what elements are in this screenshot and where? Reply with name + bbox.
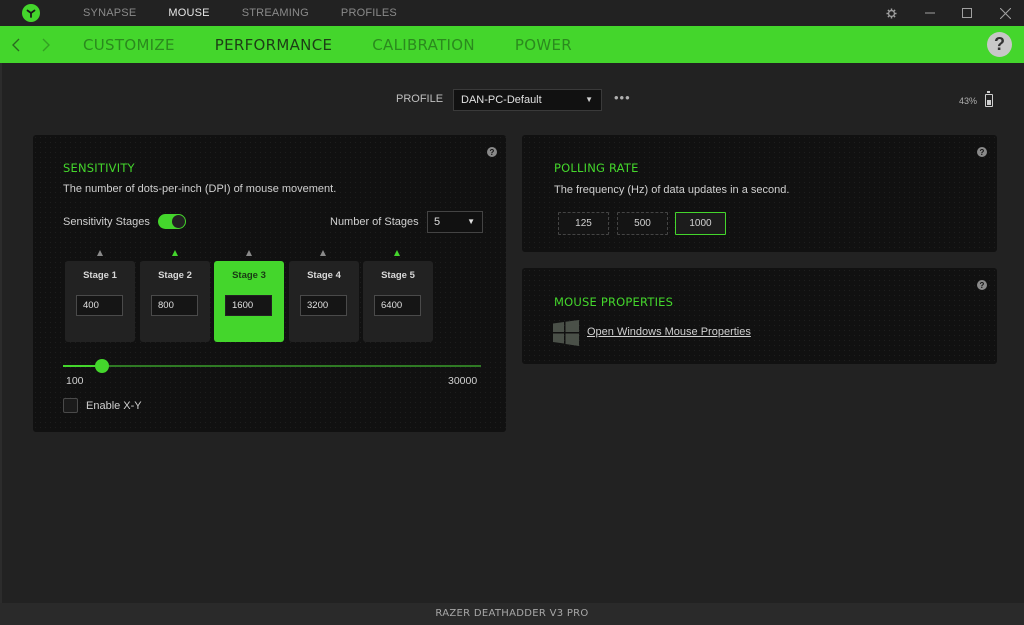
top-nav-profiles[interactable]: PROFILES	[341, 0, 397, 26]
number-of-stages-label: Number of Stages	[330, 216, 419, 228]
stage-name: Stage 5	[381, 270, 415, 281]
profile-dropdown[interactable]: DAN-PC-Default ▼	[453, 89, 602, 111]
number-of-stages-value: 5	[434, 216, 441, 228]
tab-customize[interactable]: CUSTOMIZE	[83, 26, 175, 63]
stage-dpi-input[interactable]: 1600	[225, 295, 272, 316]
stage-name: Stage 4	[307, 270, 341, 281]
tab-power[interactable]: POWER	[515, 26, 572, 63]
polling-rate-help-icon[interactable]: ?	[977, 147, 987, 157]
stage-4-card[interactable]: Stage 4 3200	[289, 261, 359, 342]
stage-4-marker-icon	[320, 250, 326, 256]
maximize-icon	[962, 8, 972, 18]
razer-logo-icon[interactable]	[22, 4, 40, 22]
sub-nav-bar: CUSTOMIZE PERFORMANCE CALIBRATION POWER …	[0, 26, 1024, 63]
slider-max-label: 30000	[448, 375, 478, 387]
forward-button[interactable]	[36, 26, 56, 63]
enable-xy-label: Enable X-Y	[86, 400, 142, 412]
sensitivity-description: The number of dots-per-inch (DPI) of mou…	[63, 183, 337, 195]
tab-performance[interactable]: PERFORMANCE	[215, 26, 332, 63]
stage-dpi-input[interactable]: 6400	[374, 295, 421, 316]
stage-name: Stage 1	[83, 270, 117, 281]
stage-name: Stage 3	[232, 270, 266, 281]
tab-calibration[interactable]: CALIBRATION	[372, 26, 475, 63]
dpi-slider[interactable]	[63, 359, 481, 373]
help-button[interactable]: ?	[987, 32, 1012, 57]
close-icon	[999, 7, 1011, 19]
sensitivity-stages-toggle[interactable]	[158, 214, 186, 229]
mouse-properties-title: MOUSE PROPERTIES	[554, 295, 674, 309]
caret-down-icon: ▼	[467, 217, 475, 226]
minimize-button[interactable]	[915, 0, 945, 26]
enable-xy-checkbox[interactable]	[63, 398, 78, 413]
stage-1-marker-icon	[97, 250, 103, 256]
stage-1-card[interactable]: Stage 1 400	[65, 261, 135, 342]
sensitivity-help-icon[interactable]: ?	[487, 147, 497, 157]
stage-5-marker-icon	[394, 250, 400, 256]
windows-logo-icon	[553, 320, 579, 346]
maximize-button[interactable]	[952, 0, 982, 26]
mouse-properties-panel: ? MOUSE PROPERTIES	[522, 268, 997, 364]
profile-label: PROFILE	[396, 93, 444, 105]
caret-down-icon: ▼	[585, 95, 593, 104]
battery-icon	[985, 91, 993, 107]
stage-dpi-input[interactable]: 800	[151, 295, 198, 316]
slider-min-label: 100	[66, 375, 84, 387]
device-name-footer: RAZER DEATHADDER V3 PRO	[0, 603, 1024, 625]
polling-rate-1000[interactable]: 1000	[675, 212, 726, 235]
chevron-right-icon	[42, 38, 50, 51]
chevron-left-icon	[12, 38, 20, 51]
stage-2-card[interactable]: Stage 2 800	[140, 261, 210, 342]
open-windows-mouse-properties-link[interactable]: Open Windows Mouse Properties	[587, 326, 751, 338]
back-button[interactable]	[6, 26, 26, 63]
top-nav-streaming[interactable]: STREAMING	[242, 0, 309, 26]
sensitivity-stages-label: Sensitivity Stages	[63, 216, 150, 228]
top-nav: SYNAPSE MOUSE STREAMING PROFILES	[83, 0, 429, 26]
stage-3-card[interactable]: Stage 3 1600	[214, 261, 284, 342]
mouse-properties-help-icon[interactable]: ?	[977, 280, 987, 290]
battery-percent: 43%	[958, 96, 977, 106]
top-nav-synapse[interactable]: SYNAPSE	[83, 0, 136, 26]
polling-rate-description: The frequency (Hz) of data updates in a …	[554, 184, 790, 196]
stage-5-card[interactable]: Stage 5 6400	[363, 261, 433, 342]
polling-rate-500[interactable]: 500	[617, 212, 668, 235]
dpi-slider-thumb[interactable]	[94, 359, 109, 373]
sub-nav-tabs: CUSTOMIZE PERFORMANCE CALIBRATION POWER	[83, 26, 612, 63]
title-bar: SYNAPSE MOUSE STREAMING PROFILES	[0, 0, 1024, 26]
stage-2-marker-icon	[172, 250, 178, 256]
minimize-icon	[925, 12, 935, 14]
polling-rate-title: POLLING RATE	[554, 161, 639, 175]
settings-button[interactable]	[876, 0, 906, 26]
top-nav-mouse[interactable]: MOUSE	[168, 0, 209, 26]
toggle-knob	[172, 215, 185, 228]
close-button[interactable]	[990, 0, 1020, 26]
gear-icon	[885, 7, 897, 19]
sensitivity-title: SENSITIVITY	[63, 161, 135, 175]
stage-name: Stage 2	[158, 270, 192, 281]
window-edge	[0, 63, 2, 603]
profile-selected: DAN-PC-Default	[461, 94, 542, 106]
help-icon: ?	[994, 34, 1005, 54]
stage-3-marker-icon	[246, 250, 252, 256]
polling-rate-125[interactable]: 125	[558, 212, 609, 235]
stage-dpi-input[interactable]: 400	[76, 295, 123, 316]
number-of-stages-dropdown[interactable]: 5 ▼	[427, 211, 483, 233]
stage-dpi-input[interactable]: 3200	[300, 295, 347, 316]
more-options-button[interactable]: •••	[614, 90, 631, 105]
